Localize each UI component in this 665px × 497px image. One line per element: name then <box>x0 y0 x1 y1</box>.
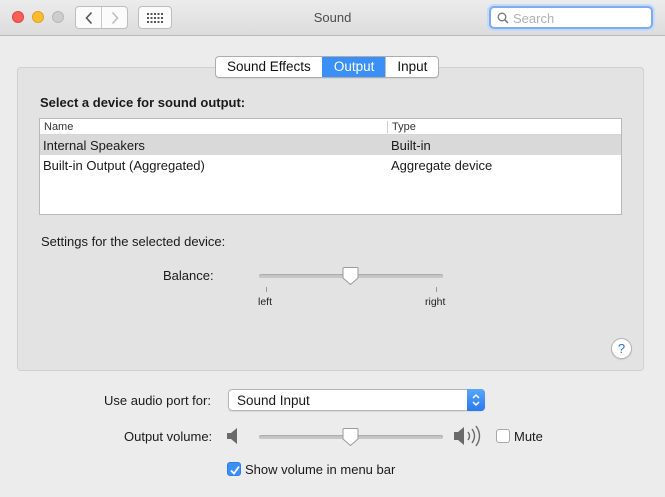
table-row[interactable]: Built-in Output (Aggregated) Aggregate d… <box>40 155 621 175</box>
balance-label: Balance: <box>163 268 214 283</box>
column-header-name[interactable]: Name <box>44 121 73 133</box>
table-row[interactable]: Internal Speakers Built-in <box>40 135 621 155</box>
search-field[interactable] <box>489 6 653 29</box>
device-type: Built-in <box>391 138 431 153</box>
output-panel <box>17 67 644 371</box>
titlebar: Sound <box>0 0 665 36</box>
device-name: Built-in Output (Aggregated) <box>43 158 205 173</box>
device-name: Internal Speakers <box>43 138 145 153</box>
speaker-low-icon <box>227 428 237 444</box>
tab-sound-effects[interactable]: Sound Effects <box>216 57 322 77</box>
search-icon <box>497 12 509 24</box>
search-input[interactable] <box>513 9 643 27</box>
balance-tick-right <box>436 287 437 292</box>
volume-slider-thumb[interactable] <box>342 427 359 447</box>
output-volume-label: Output volume: <box>124 429 213 444</box>
mute-checkbox[interactable] <box>496 429 510 443</box>
device-type: Aggregate device <box>391 158 493 173</box>
balance-max-label: right <box>425 296 446 308</box>
table-header: Name Type <box>40 119 621 135</box>
mute-label[interactable]: Mute <box>514 429 543 444</box>
tab-bar: Sound Effects Output Input <box>215 56 440 78</box>
checkmark-icon <box>230 465 240 475</box>
audio-port-value: Sound Input <box>237 393 310 408</box>
column-header-type[interactable]: Type <box>392 121 416 133</box>
help-button[interactable]: ? <box>611 338 632 359</box>
tab-input[interactable]: Input <box>385 57 438 77</box>
balance-tick-left <box>266 287 267 292</box>
balance-slider-thumb[interactable] <box>342 266 359 286</box>
device-table[interactable]: Name Type Internal Speakers Built-in Bui… <box>39 118 622 215</box>
tab-output[interactable]: Output <box>321 57 386 77</box>
audio-port-popup[interactable]: Sound Input <box>228 389 485 411</box>
balance-min-label: left <box>258 296 273 308</box>
audio-port-label: Use audio port for: <box>104 393 211 408</box>
show-in-menu-bar-label[interactable]: Show volume in menu bar <box>245 462 395 477</box>
output-device-heading: Select a device for sound output: <box>40 95 246 110</box>
show-in-menu-bar-checkbox[interactable] <box>227 462 241 476</box>
popup-arrows-icon <box>467 389 485 411</box>
device-settings-heading: Settings for the selected device: <box>41 234 226 249</box>
speaker-high-icon <box>454 425 481 447</box>
column-divider <box>387 121 388 133</box>
